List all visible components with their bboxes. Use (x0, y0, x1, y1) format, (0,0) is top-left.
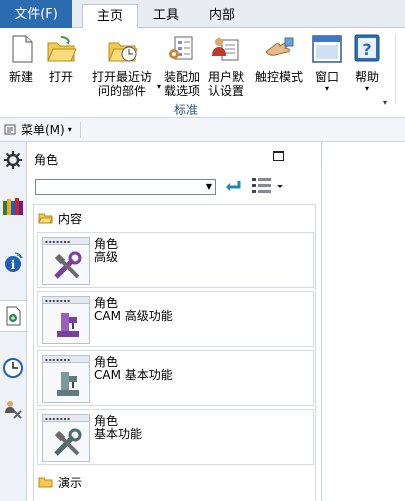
user-defaults-label-2: 认设置 (207, 84, 244, 98)
view-options-button[interactable] (251, 177, 285, 195)
menu-label: 菜单(M) (21, 123, 65, 137)
open-button[interactable]: 打开 (44, 34, 78, 84)
ribbon-tab-bar: 文件(F) 主页 工具 内部 (0, 0, 405, 29)
role-icon[interactable] (0, 394, 26, 426)
chevron-down-icon: ▼ (205, 182, 212, 191)
help-button[interactable]: ? 帮助 ▾ (350, 34, 384, 93)
resource-bar: i (0, 142, 27, 501)
roles-panel: 角色 ▼ 内容 ▪▪▪▪▪▪▪ 角色 高级 ▪▪▪▪▪▪▪ 角色 CAM 高级功… (27, 142, 322, 501)
assembly-load-options-button[interactable]: 装配加 载选项 (162, 34, 202, 98)
menu-button[interactable]: 菜单(M) ▾ (4, 121, 72, 139)
role-desc: CAM 高级功能 (94, 309, 173, 323)
svg-text:i: i (11, 258, 16, 272)
window-label: 窗口 (314, 70, 339, 84)
svg-text:?: ? (362, 40, 371, 59)
role-desc: 基本功能 (94, 427, 143, 441)
window-icon (311, 34, 343, 64)
open-recent-label-1: 打开最近访 (91, 70, 152, 84)
assembly-load-label-1: 装配加 (163, 70, 200, 84)
touch-mode-button[interactable]: 触控模式 (252, 34, 306, 84)
info-icon[interactable]: i (0, 246, 26, 278)
ribbon-separator (395, 34, 396, 104)
books-icon[interactable] (0, 190, 26, 222)
role-desc: 高级 (94, 250, 119, 264)
open-folder-icon (45, 34, 77, 64)
role-card-advanced[interactable]: ▪▪▪▪▪▪▪ 角色 高级 (37, 232, 314, 288)
new-label: 新建 (8, 70, 33, 84)
new-file-icon (6, 34, 38, 64)
help-label: 帮助 (354, 70, 379, 84)
tab-internal[interactable]: 内部 (202, 4, 242, 28)
demo-folder[interactable]: 演示 (38, 472, 82, 492)
list-view-icon (252, 178, 283, 193)
role-card-basic[interactable]: ▪▪▪▪▪▪▪ 角色 基本功能 (37, 409, 314, 465)
chevron-down-icon: ▾ (324, 84, 329, 93)
touch-hand-icon (263, 34, 295, 64)
maximize-icon[interactable] (273, 151, 284, 161)
tools-icon: ▪▪▪▪▪▪▪ (42, 237, 90, 285)
tab-file[interactable]: 文件(F) (0, 0, 72, 28)
chevron-down-icon: ▾ (364, 84, 369, 93)
menu-bar: 菜单(M) ▾ (0, 118, 405, 142)
touch-mode-label: 触控模式 (254, 70, 303, 84)
menu-separator (80, 122, 81, 138)
graphics-window[interactable] (322, 142, 405, 501)
cam-advanced-icon: ▪▪▪▪▪▪▪ (42, 296, 90, 344)
role-card-cam-advanced[interactable]: ▪▪▪▪▪▪▪ 角色 CAM 高级功能 (37, 291, 314, 347)
user-defaults-icon (210, 34, 242, 64)
window-button[interactable]: 窗口 ▾ (310, 34, 344, 93)
role-card-cam-basic[interactable]: ▪▪▪▪▪▪▪ 角色 CAM 基本功能 (37, 350, 314, 406)
demo-folder-label: 演示 (58, 475, 83, 490)
role-desc: CAM 基本功能 (94, 368, 173, 382)
ribbon-expand-icon[interactable]: ▾ (383, 98, 387, 107)
tab-home[interactable]: 主页 (82, 4, 138, 29)
new-button[interactable]: 新建 (6, 34, 36, 84)
folder-open-icon (38, 213, 53, 224)
menu-icon (4, 124, 16, 135)
content-folder[interactable]: 内容 (38, 208, 82, 228)
open-label: 打开 (48, 70, 73, 84)
cam-basic-icon: ▪▪▪▪▪▪▪ (42, 355, 90, 403)
clock-icon[interactable] (0, 352, 26, 384)
assembly-options-icon (166, 34, 198, 64)
user-defaults-button[interactable]: 用户默 认设置 (206, 34, 246, 98)
document-icon[interactable] (0, 300, 26, 332)
chevron-down-icon: ▾ (67, 125, 72, 134)
panel-title: 角色 (34, 153, 59, 167)
chevron-down-icon: ▾ (156, 82, 161, 91)
folder-icon (38, 477, 53, 488)
help-icon: ? (351, 34, 383, 64)
open-recent-button[interactable]: 打开最近访 问的部件 ▾ (86, 34, 161, 98)
open-recent-label-2: 问的部件 (97, 84, 146, 98)
user-defaults-label-1: 用户默 (207, 70, 244, 84)
back-arrow-icon[interactable] (223, 177, 243, 195)
basic-tools-icon: ▪▪▪▪▪▪▪ (42, 414, 90, 462)
tab-tools[interactable]: 工具 (148, 4, 184, 28)
assembly-load-label-2: 载选项 (163, 84, 200, 98)
roles-list: 内容 ▪▪▪▪▪▪▪ 角色 高级 ▪▪▪▪▪▪▪ 角色 CAM 高级功能 ▪▪▪… (33, 204, 316, 501)
content-folder-label: 内容 (58, 211, 83, 226)
role-filter-combo[interactable]: ▼ (35, 179, 216, 195)
ribbon: 新建 打开 打开最近访 问的部件 ▾ 装配加 载选项 用户默 认设置 触控模式 (0, 28, 405, 118)
ribbon-group-label: 标准 (174, 103, 199, 117)
recent-folder-icon (106, 34, 138, 64)
gear-icon[interactable] (0, 144, 26, 176)
